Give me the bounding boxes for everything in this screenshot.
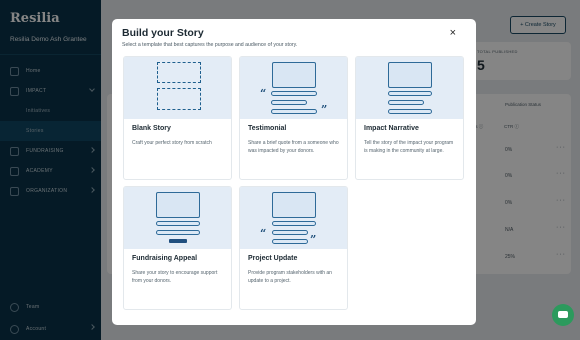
image-block: [272, 192, 316, 218]
build-story-modal: Build your Story Select a template that …: [112, 19, 476, 325]
template-title: Blank Story: [132, 125, 171, 132]
image-block: [156, 192, 200, 218]
template-title: Project Update: [248, 255, 298, 262]
template-description: Craft your perfect story from scratch: [132, 140, 212, 146]
cta-button-block: [169, 239, 187, 243]
modal-subtitle: Select a template that best captures the…: [122, 42, 298, 48]
text-line: [271, 109, 317, 114]
image-block: [388, 62, 432, 88]
text-line: [272, 239, 308, 244]
template-description: Tell the story of the impact your progra…: [364, 140, 454, 155]
template-title: Impact Narrative: [364, 125, 419, 132]
text-line: [271, 91, 317, 96]
template-fundraising-appeal[interactable]: Fundraising Appeal Share your story to e…: [123, 186, 232, 310]
text-line: [156, 221, 200, 226]
placeholder-block: [157, 62, 201, 83]
blank-story-thumbnail: [124, 57, 231, 119]
impact-narrative-thumbnail: [356, 57, 463, 119]
template-description: Share a brief quote from a someone who w…: [248, 140, 339, 155]
template-impact-narrative[interactable]: Impact Narrative Tell the story of the i…: [355, 56, 464, 180]
fundraising-appeal-thumbnail: [124, 187, 231, 249]
template-description: Provide program stakeholders with an upd…: [248, 270, 332, 285]
text-line: [388, 91, 432, 96]
template-testimonial[interactable]: “ ” Testimonial Share a brief quote from…: [239, 56, 348, 180]
text-line: [272, 230, 308, 235]
close-icon[interactable]: ×: [450, 27, 456, 39]
text-line: [388, 100, 424, 105]
close-quote-icon: ”: [321, 103, 328, 116]
text-line: [388, 109, 432, 114]
text-line: [272, 221, 316, 226]
open-quote-icon: “: [260, 87, 267, 100]
template-title: Fundraising Appeal: [132, 255, 198, 262]
chat-icon[interactable]: [552, 304, 574, 326]
template-title: Testimonial: [248, 125, 287, 132]
placeholder-block: [157, 88, 201, 110]
text-line: [156, 230, 200, 235]
modal-title: Build your Story: [122, 27, 204, 39]
close-quote-icon: ”: [310, 233, 317, 246]
testimonial-thumbnail: “ ”: [240, 57, 347, 119]
open-quote-icon: “: [260, 227, 267, 240]
text-line: [271, 100, 307, 105]
template-description: Share your story to encourage support fr…: [132, 270, 218, 285]
image-block: [272, 62, 316, 88]
project-update-thumbnail: “ ”: [240, 187, 347, 249]
template-project-update[interactable]: “ ” Project Update Provide program stake…: [239, 186, 348, 310]
template-blank-story[interactable]: Blank Story Craft your perfect story fro…: [123, 56, 232, 180]
